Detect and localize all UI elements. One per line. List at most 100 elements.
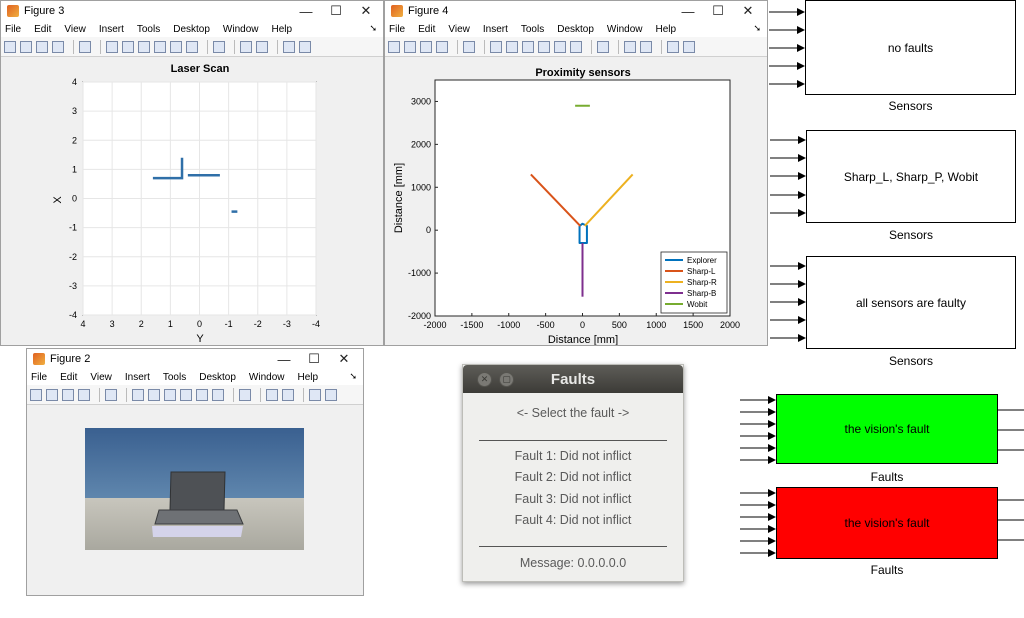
menu-view[interactable]: View bbox=[90, 372, 112, 383]
menu-insert[interactable]: Insert bbox=[125, 372, 150, 383]
print-icon[interactable] bbox=[52, 40, 64, 53]
menu-view[interactable]: View bbox=[64, 24, 86, 35]
sensors-block-no-faults[interactable]: no faults bbox=[805, 0, 1016, 95]
rotate-icon[interactable] bbox=[180, 388, 192, 401]
robot-camera-view[interactable] bbox=[27, 406, 363, 595]
fault-1-status[interactable]: Fault 1: Did not inflict bbox=[479, 449, 667, 463]
menu-edit[interactable]: Edit bbox=[418, 24, 435, 35]
close-icon[interactable]: ✕ bbox=[477, 372, 492, 387]
colorbar-icon[interactable] bbox=[240, 40, 252, 53]
zoom-out-icon[interactable] bbox=[148, 388, 160, 401]
pointer-icon[interactable] bbox=[79, 40, 91, 53]
pointer-icon[interactable] bbox=[463, 40, 475, 53]
menu-window[interactable]: Window bbox=[607, 24, 643, 35]
maximize-button[interactable]: ☐ bbox=[703, 1, 733, 21]
rotate-icon[interactable] bbox=[154, 40, 166, 53]
pointer-icon[interactable] bbox=[105, 388, 117, 401]
menu-tools[interactable]: Tools bbox=[521, 24, 544, 35]
pan-icon[interactable] bbox=[522, 40, 534, 53]
print-icon[interactable] bbox=[78, 388, 90, 401]
link-plot-icon[interactable] bbox=[597, 40, 609, 53]
open-icon[interactable] bbox=[20, 40, 32, 53]
faults-block-green[interactable]: the vision's fault bbox=[776, 394, 998, 464]
maximize-icon[interactable]: ▢ bbox=[499, 372, 514, 387]
legend-icon[interactable] bbox=[640, 40, 652, 53]
open-icon[interactable] bbox=[46, 388, 58, 401]
minimize-button[interactable]: — bbox=[269, 349, 299, 369]
menu-tools[interactable]: Tools bbox=[137, 24, 160, 35]
show-plot-tools-icon[interactable] bbox=[325, 388, 337, 401]
laser-scan-plot[interactable]: Laser Scan 4 3 2 1 0 -1 -2 -3 -443210-1-2-3-4 Y … bbox=[1, 58, 383, 345]
hide-plot-tools-icon[interactable] bbox=[667, 40, 679, 53]
show-plot-tools-icon[interactable] bbox=[683, 40, 695, 53]
menu-help[interactable]: Help bbox=[656, 24, 677, 35]
brush-icon[interactable] bbox=[186, 40, 198, 53]
new-figure-icon[interactable] bbox=[388, 40, 400, 53]
close-button[interactable]: ✕ bbox=[351, 1, 381, 21]
menu-insert[interactable]: Insert bbox=[483, 24, 508, 35]
new-figure-icon[interactable] bbox=[4, 40, 16, 53]
data-cursor-icon[interactable] bbox=[196, 388, 208, 401]
menu-file[interactable]: File bbox=[389, 24, 405, 35]
pan-icon[interactable] bbox=[164, 388, 176, 401]
faults-title-bar[interactable]: ✕ ▢ Faults bbox=[463, 365, 683, 393]
save-icon[interactable] bbox=[62, 388, 74, 401]
rotate-icon[interactable] bbox=[538, 40, 550, 53]
title-bar[interactable]: Figure 2 — ☐ ✕ bbox=[27, 349, 363, 369]
zoom-in-icon[interactable] bbox=[106, 40, 118, 53]
menu-help[interactable]: Help bbox=[298, 372, 319, 383]
maximize-button[interactable]: ☐ bbox=[299, 349, 329, 369]
open-icon[interactable] bbox=[404, 40, 416, 53]
minimize-button[interactable]: — bbox=[673, 1, 703, 21]
menu-help[interactable]: Help bbox=[272, 24, 293, 35]
save-icon[interactable] bbox=[420, 40, 432, 53]
fault-2-status[interactable]: Fault 2: Did not inflict bbox=[479, 470, 667, 484]
zoom-in-icon[interactable] bbox=[490, 40, 502, 53]
minimize-button[interactable]: — bbox=[291, 1, 321, 21]
pan-icon[interactable] bbox=[138, 40, 150, 53]
colorbar-icon[interactable] bbox=[624, 40, 636, 53]
sensors-block-all-faulty[interactable]: all sensors are faulty bbox=[806, 256, 1016, 349]
legend-icon[interactable] bbox=[256, 40, 268, 53]
menu-file[interactable]: File bbox=[5, 24, 21, 35]
colorbar-icon[interactable] bbox=[266, 388, 278, 401]
menu-edit[interactable]: Edit bbox=[34, 24, 51, 35]
maximize-button[interactable]: ☐ bbox=[321, 1, 351, 21]
fault-3-status[interactable]: Fault 3: Did not inflict bbox=[479, 492, 667, 506]
zoom-out-icon[interactable] bbox=[506, 40, 518, 53]
brush-icon[interactable] bbox=[212, 388, 224, 401]
dock-arrow-icon[interactable]: ➘ bbox=[369, 23, 377, 34]
hide-plot-tools-icon[interactable] bbox=[309, 388, 321, 401]
fault-4-status[interactable]: Fault 4: Did not inflict bbox=[479, 513, 667, 527]
menu-file[interactable]: File bbox=[31, 372, 47, 383]
save-icon[interactable] bbox=[36, 40, 48, 53]
menu-desktop[interactable]: Desktop bbox=[557, 24, 594, 35]
link-plot-icon[interactable] bbox=[213, 40, 225, 53]
data-cursor-icon[interactable] bbox=[554, 40, 566, 53]
sensors-block-partial-faults[interactable]: Sharp_L, Sharp_P, Wobit bbox=[806, 130, 1016, 223]
title-bar[interactable]: Figure 3 — ☐ ✕ bbox=[1, 1, 383, 21]
menu-desktop[interactable]: Desktop bbox=[173, 24, 210, 35]
show-plot-tools-icon[interactable] bbox=[299, 40, 311, 53]
dock-arrow-icon[interactable]: ➘ bbox=[349, 371, 357, 382]
menu-window[interactable]: Window bbox=[223, 24, 259, 35]
menu-view[interactable]: View bbox=[448, 24, 470, 35]
print-icon[interactable] bbox=[436, 40, 448, 53]
faults-block-red[interactable]: the vision's fault bbox=[776, 487, 998, 559]
zoom-in-icon[interactable] bbox=[132, 388, 144, 401]
link-plot-icon[interactable] bbox=[239, 388, 251, 401]
brush-icon[interactable] bbox=[570, 40, 582, 53]
menu-insert[interactable]: Insert bbox=[99, 24, 124, 35]
close-button[interactable]: ✕ bbox=[329, 349, 359, 369]
menu-window[interactable]: Window bbox=[249, 372, 285, 383]
proximity-sensors-plot[interactable]: Proximity sensors -2000 -1500 -1000 -500 0 50… bbox=[385, 58, 767, 346]
hide-plot-tools-icon[interactable] bbox=[283, 40, 295, 53]
legend-icon[interactable] bbox=[282, 388, 294, 401]
menu-tools[interactable]: Tools bbox=[163, 372, 186, 383]
menu-desktop[interactable]: Desktop bbox=[199, 372, 236, 383]
menu-edit[interactable]: Edit bbox=[60, 372, 77, 383]
title-bar[interactable]: Figure 4 — ☐ ✕ bbox=[385, 1, 767, 21]
select-fault-prompt[interactable]: <- Select the fault -> bbox=[479, 406, 667, 420]
zoom-out-icon[interactable] bbox=[122, 40, 134, 53]
new-figure-icon[interactable] bbox=[30, 388, 42, 401]
